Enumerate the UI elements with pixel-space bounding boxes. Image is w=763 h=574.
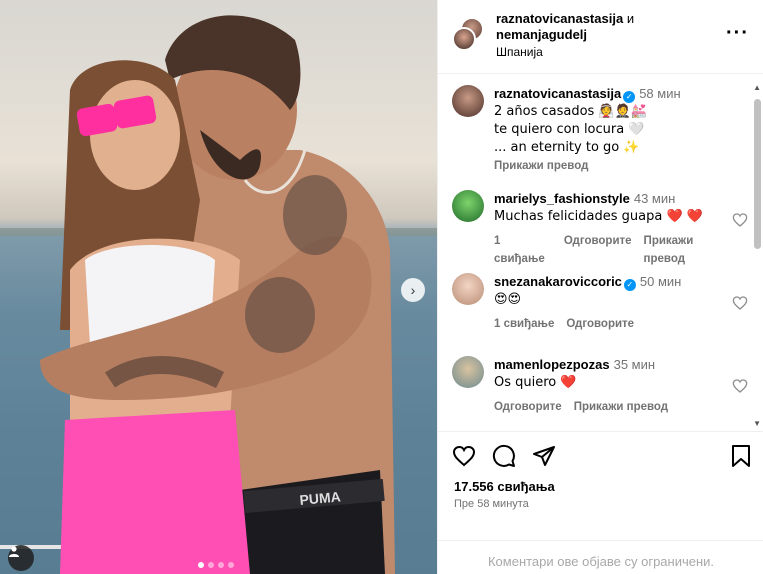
- comment-username[interactable]: marielys_fashionstyle: [494, 191, 630, 206]
- comment-text: 😍😍: [494, 292, 522, 307]
- verified-badge-icon: ✓: [623, 279, 636, 291]
- post-time-ago: Пре 58 минута: [454, 498, 529, 510]
- save-bookmark-icon[interactable]: [730, 444, 752, 468]
- caption-line: ... an eternity to go ✨: [494, 140, 640, 155]
- like-comment-heart-icon[interactable]: [732, 378, 748, 394]
- comment-username[interactable]: mamenlopezpozas: [494, 357, 610, 372]
- username-link[interactable]: nemanjagudelj: [496, 27, 587, 42]
- avatar[interactable]: [452, 190, 484, 222]
- comment-likes[interactable]: 1 свиђање: [494, 315, 554, 333]
- like-comment-heart-icon[interactable]: [732, 212, 748, 228]
- carousel-indicator: [198, 562, 234, 568]
- likes-count[interactable]: 17.556 свиђања: [454, 479, 555, 494]
- caption-username[interactable]: raznatovicanastasija: [494, 86, 621, 101]
- reply-button[interactable]: Одговорите: [494, 398, 562, 416]
- see-translation-link[interactable]: Прикажи превод: [574, 398, 668, 416]
- collab-usernames: raznatovicanastasija и nemanjagudelj: [496, 11, 634, 43]
- comment-meta: 1 свиђање Одговорите: [494, 315, 734, 333]
- see-translation-link[interactable]: Прикажи превод: [644, 232, 734, 268]
- caption-line: te quiero con locura 🤍: [494, 122, 645, 137]
- user-icon: [9, 546, 19, 557]
- share-paper-plane-icon[interactable]: [532, 444, 556, 468]
- location-link[interactable]: Шпанија: [496, 45, 543, 59]
- verified-badge-icon: ✓: [623, 91, 636, 103]
- post-photo[interactable]: PUMA ›: [0, 0, 437, 574]
- chevron-right-icon: ›: [410, 282, 416, 298]
- see-translation-link[interactable]: Прикажи превод: [494, 157, 734, 175]
- and-text: и: [626, 11, 635, 26]
- like-comment-heart-icon[interactable]: [732, 295, 748, 311]
- scroll-down-arrow-icon[interactable]: ▼: [753, 419, 761, 428]
- username-link[interactable]: raznatovicanastasija: [496, 11, 623, 26]
- comments-restricted-notice: Коментари ове објаве су ограничени.: [438, 540, 763, 569]
- avatar[interactable]: [452, 85, 484, 117]
- comment-text: Os quiero ❤️: [494, 375, 577, 390]
- next-slide-button[interactable]: ›: [401, 278, 425, 302]
- avatar[interactable]: [452, 356, 484, 388]
- couple-photo-illustration: PUMA: [0, 15, 437, 574]
- comment-username[interactable]: snezanakaroviccoric: [494, 274, 622, 289]
- caption-line: 2 años casados 👰🤵💒: [494, 104, 647, 119]
- avatar[interactable]: [452, 273, 484, 305]
- collab-avatars[interactable]: [452, 17, 486, 51]
- comment-meta: 1 свиђање Одговорите Прикажи превод: [494, 232, 734, 268]
- comment-time: 50 мин: [639, 274, 682, 289]
- reply-button[interactable]: Одговорите: [566, 315, 634, 333]
- post-actions: 17.556 свиђања Пре 58 минута Коментари о…: [438, 431, 763, 574]
- scrollbar-thumb[interactable]: [754, 99, 761, 249]
- more-options-icon[interactable]: ···: [726, 22, 749, 45]
- caption-time: 58 мин: [639, 86, 681, 101]
- tagged-users-button[interactable]: [8, 545, 34, 571]
- post-header: raznatovicanastasija и nemanjagudelj Шпа…: [438, 0, 763, 74]
- comments-list: raznatovicanastasija ✓ 58 мин 2 años casad…: [438, 75, 763, 430]
- like-heart-icon[interactable]: [452, 444, 476, 468]
- carousel-dot: [218, 562, 224, 568]
- carousel-dot: [198, 562, 204, 568]
- comment-time: 43 мин: [633, 191, 676, 206]
- comment-meta: Одговорите Прикажи превод: [494, 398, 734, 416]
- carousel-dot: [208, 562, 214, 568]
- carousel-dot: [228, 562, 234, 568]
- reply-button[interactable]: Одговорите: [564, 232, 632, 268]
- comment-text: Muchas felicidades guapa ❤️ ❤️: [494, 209, 703, 224]
- comment-likes[interactable]: 1 свиђање: [494, 232, 552, 268]
- scroll-up-arrow-icon[interactable]: ▲: [753, 83, 761, 92]
- comment-bubble-icon[interactable]: [492, 444, 516, 468]
- comments-scrollbar[interactable]: ▲ ▼: [753, 75, 763, 430]
- post-side-panel: raznatovicanastasija и nemanjagudelj Шпа…: [437, 0, 763, 574]
- avatar: [452, 27, 476, 51]
- comment-time: 35 мин: [613, 357, 656, 372]
